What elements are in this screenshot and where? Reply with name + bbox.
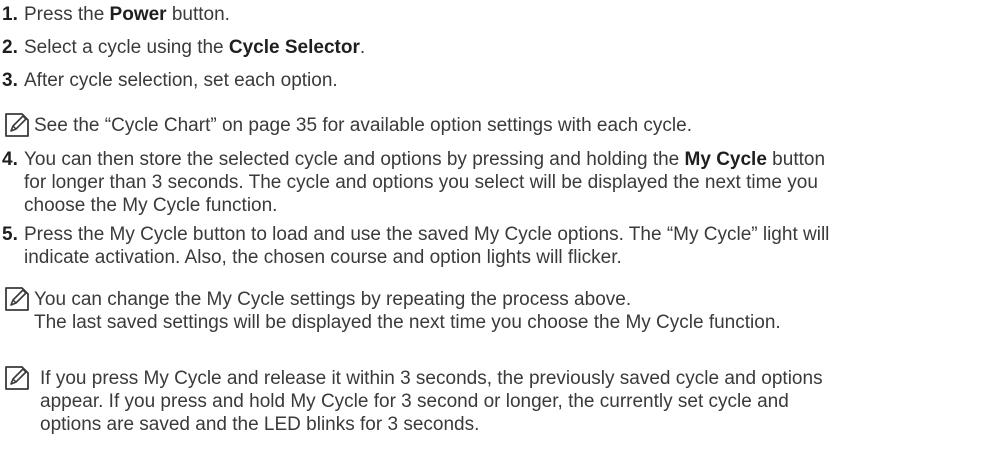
step-text: Press the Power button.: [24, 4, 230, 25]
step-number: 5.: [2, 224, 18, 245]
step-text: After cycle selection, set each option.: [24, 70, 338, 91]
note-pencil-icon: [5, 113, 29, 137]
note-text: You can change the My Cycle settings by …: [34, 289, 781, 333]
note-text: See the “Cycle Chart” on page 35 for ava…: [34, 115, 692, 136]
instruction-page: 1. Press the Power button. 2. Select a c…: [0, 0, 994, 449]
note-pencil-icon: [5, 366, 29, 390]
note-text: If you press My Cycle and release it wit…: [40, 368, 823, 435]
step-text: Press the My Cycle button to load and us…: [24, 224, 830, 268]
step-number: 2.: [2, 37, 18, 58]
step-text: You can then store the selected cycle an…: [24, 149, 826, 216]
step-number: 1.: [2, 4, 18, 25]
step-number: 3.: [2, 70, 18, 91]
step-number: 4.: [2, 149, 18, 170]
step-text: Select a cycle using the Cycle Selector.: [24, 37, 366, 58]
note-pencil-icon: [5, 287, 29, 311]
